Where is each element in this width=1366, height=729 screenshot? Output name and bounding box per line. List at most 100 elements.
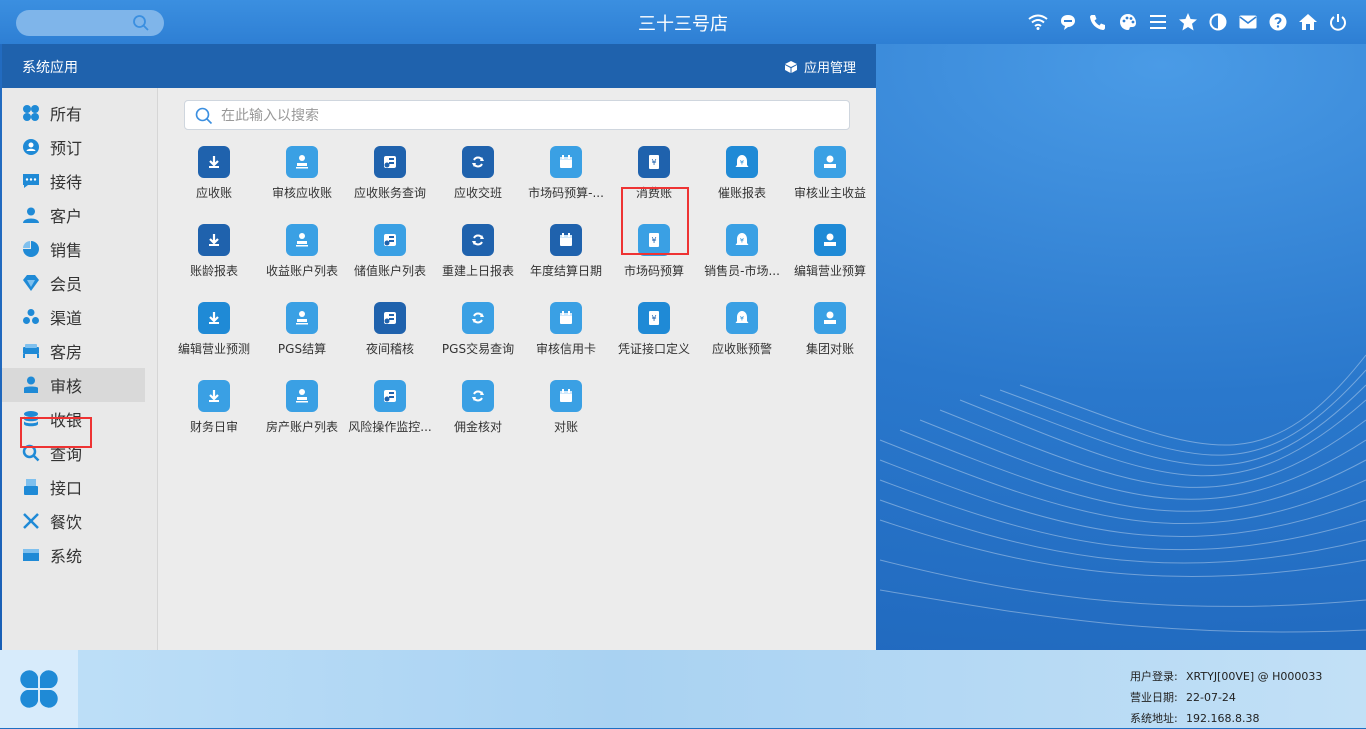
rebuild-report-icon <box>462 224 494 256</box>
app-tile[interactable]: 储值账户列表 <box>346 224 434 296</box>
app-tile[interactable]: 夜间稽核 <box>346 302 434 374</box>
system-apps-window: 系统应用 应用管理 所有预订接待客户销售会员渠道客房审核收银查询接口餐饮系统 应… <box>2 44 876 650</box>
sidebar-item-label: 收银 <box>50 411 83 430</box>
app-tile-label: 销售员-市场... <box>704 264 780 278</box>
reception-icon <box>22 172 40 190</box>
daily-audit-icon <box>198 380 230 412</box>
sidebar-item[interactable]: 系统 <box>2 538 145 572</box>
app-tile[interactable]: 编辑营业预算 <box>786 224 874 296</box>
mail-icon[interactable] <box>1238 11 1258 33</box>
menu-icon[interactable] <box>1148 11 1168 33</box>
app-tile-label: 应收交班 <box>453 186 502 200</box>
app-tile-label: 消费账 <box>635 186 672 200</box>
app-tile[interactable]: 重建上日报表 <box>434 224 522 296</box>
sidebar-item[interactable]: 会员 <box>2 266 145 300</box>
sidebar-item-label: 接口 <box>50 479 83 498</box>
sidebar-item-label: 销售 <box>50 241 83 260</box>
commission-icon <box>462 380 494 412</box>
app-tile[interactable]: ¥ 市场码预算 <box>610 224 698 296</box>
sidebar-item[interactable]: 客户 <box>2 198 145 232</box>
app-tile[interactable]: 审核信用卡 <box>522 302 610 374</box>
app-tile[interactable]: PGS交易查询 <box>434 302 522 374</box>
consumption-icon: ¥ <box>638 146 670 178</box>
app-search-input[interactable] <box>219 104 843 128</box>
credit-card-icon <box>550 302 582 334</box>
app-tile[interactable]: PGS结算 <box>258 302 346 374</box>
app-tile-label: 夜间稽核 <box>365 342 414 356</box>
app-tile[interactable]: ¥ 应收账预警 <box>698 302 786 374</box>
top-bar: 三十三号店 <box>0 0 1366 44</box>
app-tile[interactable]: ¥ 消费账 <box>610 146 698 218</box>
calendar-icon <box>550 146 582 178</box>
sidebar-item[interactable]: 接口 <box>2 470 145 504</box>
app-tile-label: 对账 <box>553 420 578 434</box>
system-info: 用户登录: XRTYJ[00VE] @ H000033 营业日期: 22-07-24… <box>1130 666 1322 729</box>
help-icon[interactable] <box>1268 11 1288 33</box>
sidebar-item[interactable]: 收银 <box>2 402 145 436</box>
voucher-icon: ¥ <box>638 302 670 334</box>
app-tile[interactable]: 房产账户列表 <box>258 380 346 452</box>
start-button[interactable] <box>0 650 78 728</box>
app-tile-label: 应收账预警 <box>711 342 772 356</box>
sidebar-item[interactable]: 销售 <box>2 232 145 266</box>
market-budget-icon: ¥ <box>638 224 670 256</box>
app-tile[interactable]: 对账 <box>522 380 610 452</box>
sidebar-item[interactable]: 审核 <box>2 368 145 402</box>
user-login-label: 用户登录: <box>1130 670 1178 683</box>
channel-icon <box>22 308 40 326</box>
owner-income-icon <box>814 146 846 178</box>
sales-icon <box>22 240 40 258</box>
sidebar-item-label: 会员 <box>50 275 83 294</box>
app-tile-label: 重建上日报表 <box>441 264 514 278</box>
risk-monitor-icon <box>374 380 406 412</box>
sidebar-item-label: 所有 <box>50 105 83 124</box>
app-tile-label: 审核信用卡 <box>535 342 596 356</box>
sidebar-item[interactable]: 餐饮 <box>2 504 145 538</box>
reconcile-icon <box>550 380 582 412</box>
app-manage-button[interactable]: 应用管理 <box>784 57 856 76</box>
app-tile[interactable]: 佣金核对 <box>434 380 522 452</box>
home-icon[interactable] <box>1298 11 1318 33</box>
app-tile[interactable]: 审核业主收益 <box>786 146 874 218</box>
cube-icon <box>784 60 797 73</box>
chat-icon[interactable] <box>1058 11 1078 33</box>
app-tile[interactable]: 审核应收账 <box>258 146 346 218</box>
palette-icon[interactable] <box>1118 11 1138 33</box>
stored-value-icon <box>374 224 406 256</box>
app-tile[interactable]: 应收账务查询 <box>346 146 434 218</box>
app-tile[interactable]: ¥ 催账报表 <box>698 146 786 218</box>
app-tile[interactable]: 风险操作监控... <box>346 380 434 452</box>
star-icon[interactable] <box>1178 11 1198 33</box>
svg-text:¥: ¥ <box>740 159 744 167</box>
app-tile[interactable]: 集团对账 <box>786 302 874 374</box>
aging-report-icon <box>198 224 230 256</box>
booking-icon <box>22 138 40 156</box>
app-tile-label: 集团对账 <box>805 342 854 356</box>
app-tile-label: 市场码预算 <box>623 264 684 278</box>
app-tile[interactable]: 应收交班 <box>434 146 522 218</box>
app-tile[interactable]: 市场码预算-... <box>522 146 610 218</box>
app-tile[interactable]: 收益账户列表 <box>258 224 346 296</box>
app-tile[interactable]: ¥ 凭证接口定义 <box>610 302 698 374</box>
app-tile[interactable]: 财务日审 <box>170 380 258 452</box>
sidebar-item[interactable]: 客房 <box>2 334 145 368</box>
app-tile[interactable]: 年度结算日期 <box>522 224 610 296</box>
app-tile[interactable]: ¥ 销售员-市场... <box>698 224 786 296</box>
app-tile[interactable]: 应收账 <box>170 146 258 218</box>
app-tile-label: 账龄报表 <box>189 264 238 278</box>
sidebar-item[interactable]: 接待 <box>2 164 145 198</box>
power-icon[interactable] <box>1328 11 1348 33</box>
apps-content: 应收账 审核应收账 应收账务查询 应收交班 市场码预算-... ¥ 消费账 ¥ 催账报表 审核业主… <box>158 88 876 650</box>
sidebar-item[interactable]: 预订 <box>2 130 145 164</box>
app-tile[interactable]: 账龄报表 <box>170 224 258 296</box>
sidebar-item[interactable]: 渠道 <box>2 300 145 334</box>
wifi-icon[interactable] <box>1028 11 1048 33</box>
app-tile[interactable]: 编辑营业预测 <box>170 302 258 374</box>
phone-icon[interactable] <box>1088 11 1108 33</box>
contrast-icon[interactable] <box>1208 11 1228 33</box>
business-date-value: 22-07-24 <box>1186 691 1236 704</box>
sidebar-item[interactable]: 查询 <box>2 436 145 470</box>
sidebar-item[interactable]: 所有 <box>2 96 145 130</box>
svg-text:¥: ¥ <box>651 236 656 245</box>
search-icon[interactable] <box>132 14 150 32</box>
